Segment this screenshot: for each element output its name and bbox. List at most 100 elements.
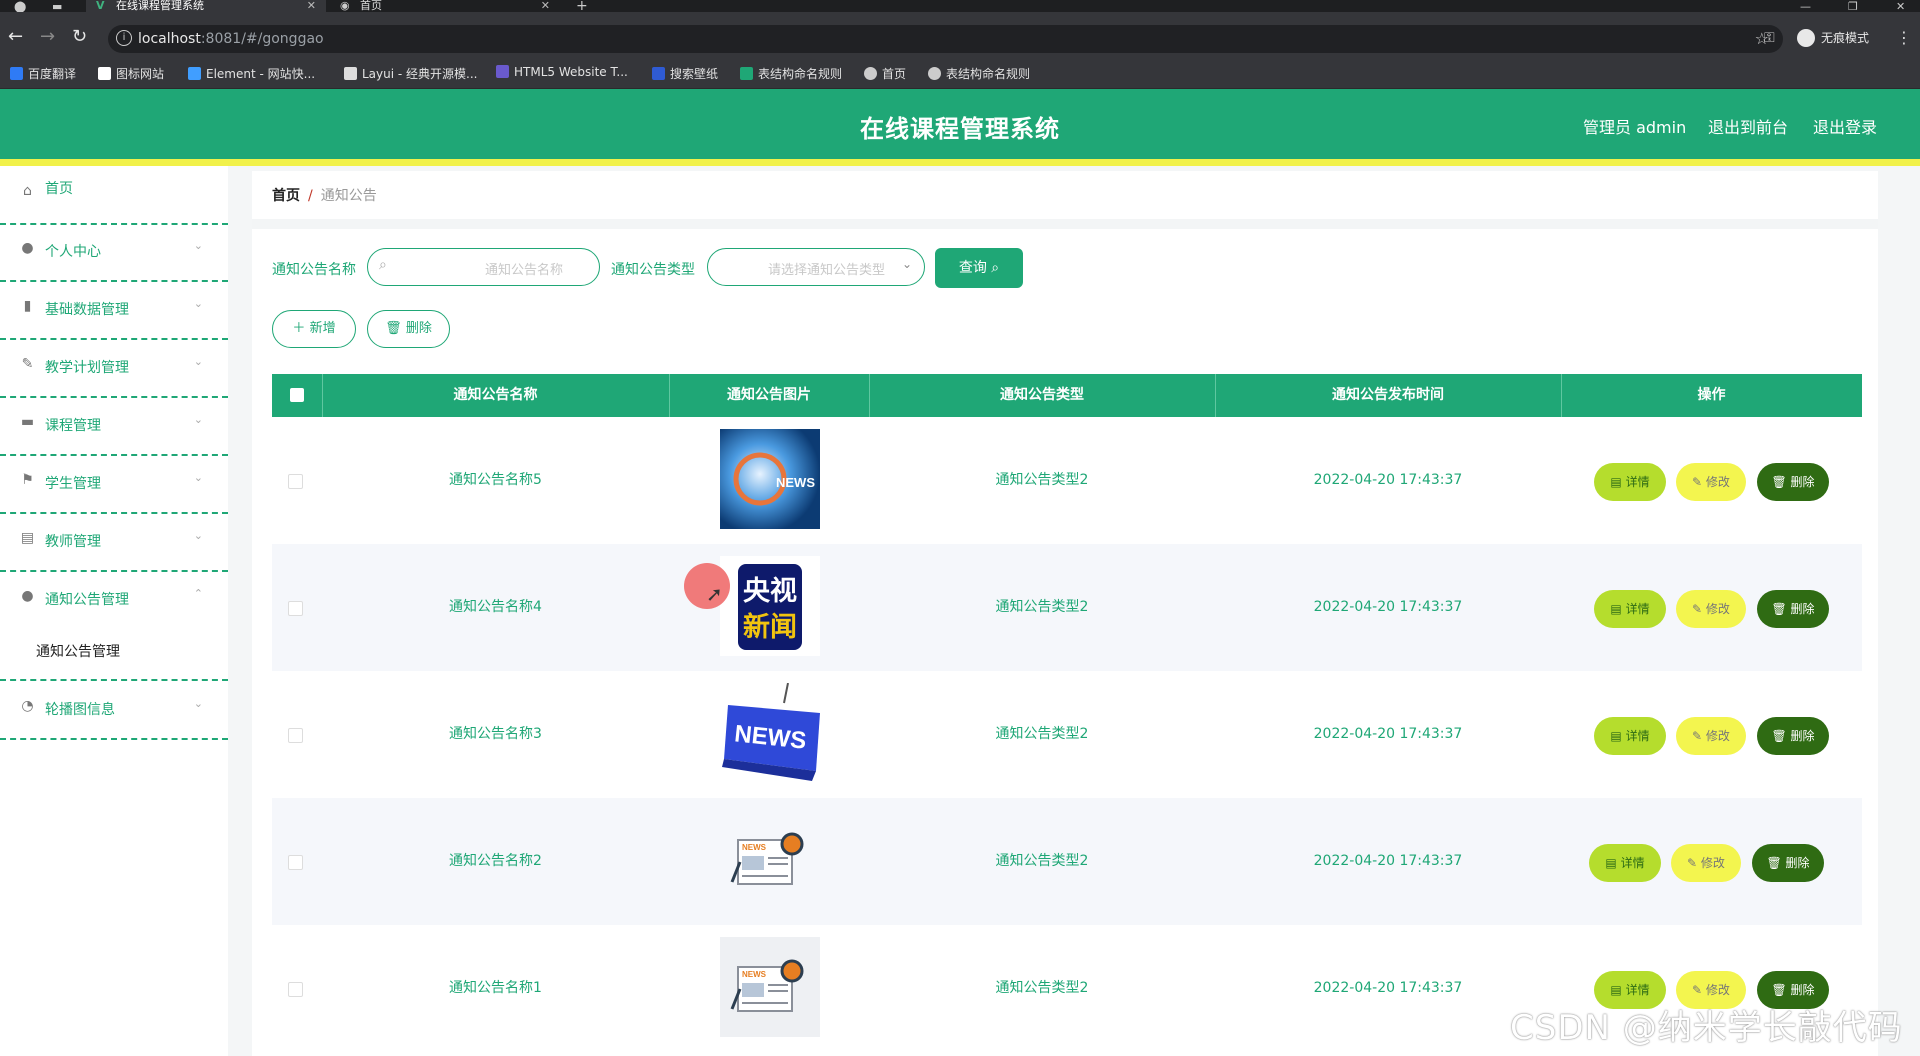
row-checkbox[interactable] — [288, 474, 303, 489]
notice-type-select[interactable]: 请选择通知公告类型 ⌄ — [707, 248, 925, 286]
detail-button[interactable]: ▤ 详情 — [1594, 590, 1666, 628]
clipboard-icon: ▤ — [20, 530, 35, 546]
newspaper-icon-image[interactable]: NEWS — [720, 937, 820, 1037]
url-text: localhost:8081/#/gonggao — [138, 31, 324, 47]
sidebar-item-teaching-plan[interactable]: ✎ 教学计划管理 ⌄ — [0, 339, 228, 398]
cctv-news-logo[interactable]: 央视 新闻 — [720, 556, 820, 656]
edit-button[interactable]: ✎ 修改 — [1676, 463, 1746, 501]
exit-to-front-link[interactable]: 退出到前台 — [1708, 114, 1788, 138]
sidebar-item-course[interactable]: ▬ 课程管理 ⌄ — [0, 397, 228, 456]
select-all-checkbox[interactable] — [290, 388, 304, 402]
bookmark-label: HTML5 Website T... — [514, 65, 628, 79]
sidebar-item-teacher[interactable]: ▤ 教师管理 ⌄ — [0, 513, 228, 572]
row-checkbox[interactable] — [288, 982, 303, 997]
edit-label: 修改 — [1705, 475, 1730, 489]
table-row: 通知公告名称3 NEWS 通知公告类型2 2022-04-20 17:43:37… — [272, 671, 1862, 798]
notice-type-cell: 通知公告类型2 — [995, 599, 1089, 615]
notice-name-cell: 通知公告名称4 — [449, 599, 542, 615]
breadcrumb-home[interactable]: 首页 — [272, 188, 300, 204]
detail-label: 详情 — [1625, 602, 1650, 616]
bookmark-element[interactable]: Element - 网站快... — [188, 65, 315, 82]
bookmark-label: 搜索壁纸 — [670, 67, 719, 81]
edit-button[interactable]: ✎ 修改 — [1671, 844, 1741, 882]
bookmark-label: 百度翻译 — [28, 67, 77, 81]
query-button[interactable]: 查询 ⌕ — [935, 248, 1023, 288]
edit-label: 修改 — [1705, 983, 1730, 997]
info-icon[interactable]: i — [116, 30, 132, 46]
notice-type-cell: 通知公告类型2 — [995, 853, 1089, 869]
reload-icon[interactable]: ↻ — [72, 26, 87, 47]
delete-button-label: 删除 — [405, 321, 432, 336]
notice-name-cell: 通知公告名称1 — [449, 980, 542, 996]
detail-button[interactable]: ▤ 详情 — [1594, 463, 1666, 501]
notice-name-cell: 通知公告名称2 — [449, 853, 542, 869]
notice-name-input[interactable]: ⌕ 通知公告名称 — [367, 248, 600, 286]
bookmark-label: 表结构命名规则 — [758, 67, 843, 81]
sidebar-item-notice[interactable]: ● 通知公告管理 ⌃ 通知公告管理 — [0, 571, 228, 681]
bookmark-table-naming[interactable]: 表结构命名规则 — [740, 65, 842, 82]
row-checkbox[interactable] — [288, 728, 303, 743]
row-checkbox[interactable] — [288, 855, 303, 870]
bookmark-table-naming-2[interactable]: 表结构命名规则 — [928, 65, 1030, 82]
row-delete-button[interactable]: 🗑︎ 删除 — [1757, 717, 1829, 755]
tab-home[interactable]: ◉ 首页 ✕ — [330, 0, 560, 12]
sidebar-item-student[interactable]: ⚑ 学生管理 ⌄ — [0, 455, 228, 514]
bookmark-baidu-translate[interactable]: 百度翻译 — [10, 65, 76, 82]
delete-button[interactable]: 🗑︎ 删除 — [367, 310, 450, 348]
sidebar-item-home[interactable]: ⌂ 首页 — [0, 166, 228, 225]
sidebar-item-carousel[interactable]: ◔ 轮播图信息 ⌄ — [0, 681, 228, 740]
notice-type-cell: 通知公告类型2 — [995, 472, 1089, 488]
close-icon[interactable]: ✕ — [307, 0, 316, 11]
edit-label: 修改 — [1705, 602, 1730, 616]
incognito-badge[interactable]: 无痕模式 — [1795, 27, 1875, 49]
newspaper-icon-image[interactable]: NEWS — [720, 810, 820, 910]
news-text: NEWS — [776, 475, 815, 490]
sidebar-item-label: 轮播图信息 — [45, 702, 115, 718]
row-delete-button[interactable]: 🗑︎ 删除 — [1752, 844, 1824, 882]
row-delete-button[interactable]: 🗑︎ 删除 — [1757, 590, 1829, 628]
bookmark-home[interactable]: 首页 — [864, 65, 906, 82]
delete-label: 删除 — [1790, 475, 1815, 489]
key-icon[interactable]: ⚿ — [1764, 30, 1775, 46]
edit-button[interactable]: ✎ 修改 — [1676, 590, 1746, 628]
chevron-down-icon: ⌄ — [193, 355, 203, 368]
bookmark-label: 表结构命名规则 — [946, 67, 1031, 81]
news-key-image[interactable]: NEWS — [720, 683, 820, 783]
sidebar-subitem-notice-management[interactable]: 通知公告管理 — [36, 641, 120, 661]
bookmark-icon-site[interactable]: 图标网站 — [98, 65, 164, 82]
detail-button[interactable]: ▤ 详情 — [1589, 844, 1661, 882]
select-all-cell — [272, 374, 323, 417]
speed-icon: ◔ — [21, 698, 34, 714]
detail-button[interactable]: ▤ 详情 — [1594, 717, 1666, 755]
detail-label: 详情 — [1625, 729, 1650, 743]
news-text: NEWS — [742, 970, 767, 979]
news-globe-image[interactable]: NEWS — [720, 429, 820, 529]
edit-button[interactable]: ✎ 修改 — [1676, 717, 1746, 755]
delete-label: 删除 — [1790, 983, 1815, 997]
notice-time-cell: 2022-04-20 17:43:37 — [1313, 599, 1463, 615]
back-icon[interactable]: ← — [8, 26, 23, 47]
row-checkbox[interactable] — [288, 601, 303, 616]
url-host: localhost — [138, 31, 201, 47]
chevron-down-icon: ⌄ — [193, 297, 203, 310]
table-row: 通知公告名称4 央视 新闻 通知公告类型2 2022-04-20 17:43:3… — [272, 544, 1862, 671]
vue-favicon-icon: V — [96, 0, 105, 12]
bookmark-html5[interactable]: HTML5 Website T... — [496, 65, 628, 79]
bookmark-layui[interactable]: Layui - 经典开源模... — [344, 65, 477, 82]
column-header-actions: 操作 — [1697, 387, 1726, 403]
add-button[interactable]: ＋ 新增 — [272, 310, 356, 348]
tab-course-system[interactable]: V 在线课程管理系统 ✕ — [86, 0, 326, 12]
url-path: :8081/#/gonggao — [200, 31, 324, 47]
bookmark-wallpaper[interactable]: 搜索壁纸 — [652, 65, 718, 82]
header-accent-bar — [0, 159, 1920, 166]
notice-type-placeholder: 请选择通知公告类型 — [768, 263, 886, 278]
url-input[interactable]: i localhost:8081/#/gonggao ☆ — [108, 25, 1783, 53]
sidebar-item-basic-data[interactable]: ▮ 基础数据管理 ⌄ — [0, 281, 228, 340]
menu-dots-icon[interactable]: ⋮ — [1896, 28, 1912, 47]
row-delete-button[interactable]: 🗑︎ 删除 — [1757, 463, 1829, 501]
delete-label: 删除 — [1790, 729, 1815, 743]
sidebar-item-personal[interactable]: ● 个人中心 ⌄ — [0, 223, 228, 282]
logout-link[interactable]: 退出登录 — [1813, 114, 1877, 138]
forward-icon[interactable]: → — [40, 26, 55, 47]
close-icon[interactable]: ✕ — [541, 0, 550, 11]
